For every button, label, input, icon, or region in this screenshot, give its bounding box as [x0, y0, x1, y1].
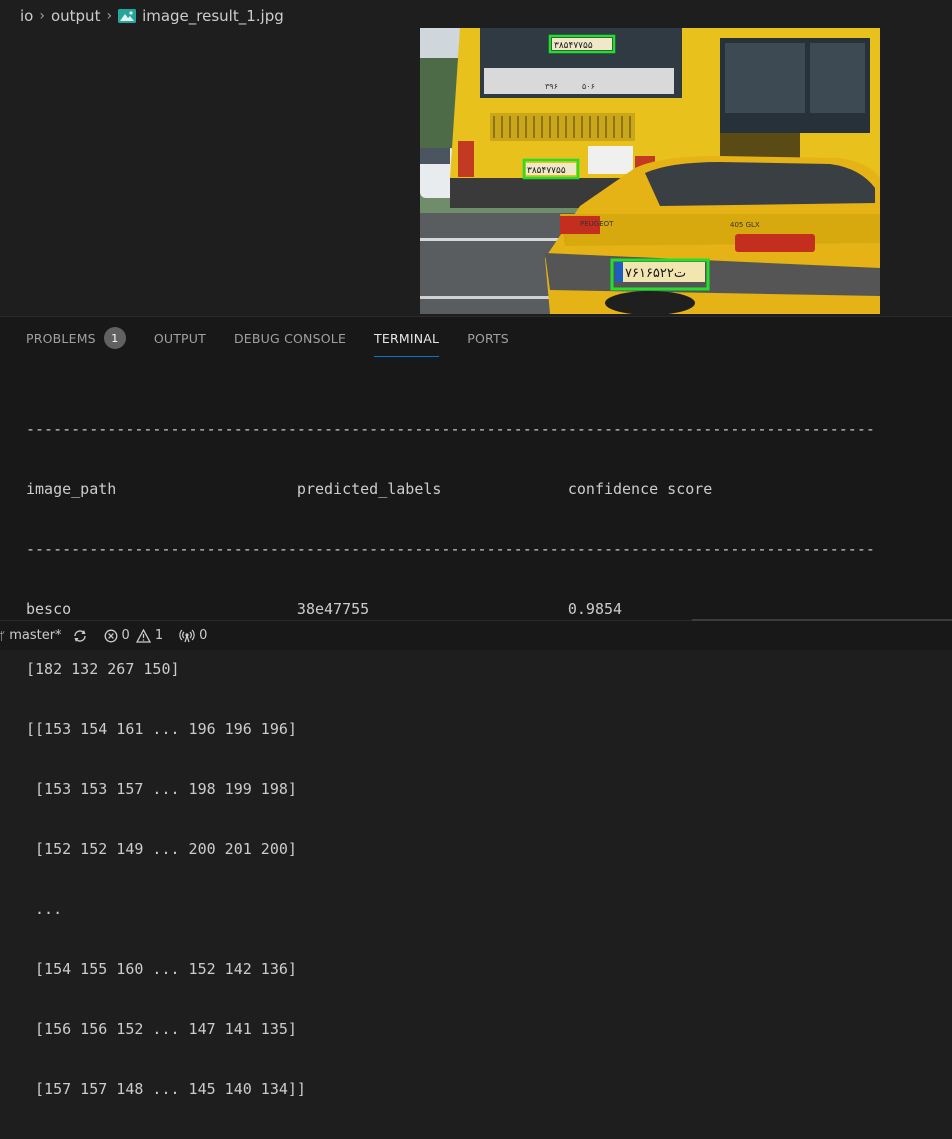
broadcast-icon	[179, 629, 195, 642]
terminal-output[interactable]: ----------------------------------------…	[26, 379, 946, 1139]
terminal-line: [182 132 267 150]	[26, 660, 180, 678]
bottom-panel: PROBLEMS 1 OUTPUT DEBUG CONSOLE TERMINAL…	[0, 316, 952, 1098]
chevron-right-icon: ›	[106, 8, 113, 24]
plate-text-2: ۳۸۵۴۷۷۵۵	[527, 166, 566, 176]
breadcrumb-item-file[interactable]: image_result_1.jpg	[142, 7, 284, 25]
detection-result-image: ۳۹۶ ۵۰۶ PEUGEOT 405 GLX ۳۸۵۴۷۷۵۵ ۳۸۵۴۷۷۵…	[420, 28, 880, 314]
tab-debug-console[interactable]: DEBUG CONSOLE	[234, 317, 346, 359]
terminal-line: ...	[26, 900, 63, 918]
image-file-icon	[118, 9, 137, 23]
image-preview: ۳۹۶ ۵۰۶ PEUGEOT 405 GLX ۳۸۵۴۷۷۵۵ ۳۸۵۴۷۷۵…	[420, 28, 880, 314]
tab-label: TERMINAL	[374, 330, 440, 346]
svg-text:PEUGEOT: PEUGEOT	[580, 220, 614, 228]
tab-label: DEBUG CONSOLE	[233, 330, 347, 346]
terminal-line: besco 38e47755 0.9854	[26, 600, 623, 618]
error-count: 0	[121, 628, 130, 643]
tab-problems[interactable]: PROBLEMS 1	[26, 317, 126, 359]
terminal-line: ----------------------------------------…	[26, 540, 875, 558]
breadcrumb: io › output › image_result_1.jpg	[0, 0, 310, 32]
breadcrumb-item-io[interactable]: io	[20, 7, 33, 25]
error-icon	[104, 629, 117, 642]
bus-number-text: ۵۰۶	[582, 82, 595, 91]
terminal-line: ----------------------------------------…	[26, 420, 875, 438]
tab-label: OUTPUT	[153, 330, 206, 346]
warning-icon	[135, 628, 151, 643]
chevron-right-icon: ›	[39, 8, 45, 24]
branch-name: master*	[9, 628, 62, 643]
terminal-line: [154 155 160 ... 152 142 136]	[26, 960, 297, 978]
git-branch-icon: ᛘ	[0, 628, 6, 643]
problems-count-badge: 1	[103, 327, 126, 349]
terminal-line: [153 153 157 ... 198 199 198]	[26, 780, 297, 798]
terminal-line: [157 157 148 ... 145 140 134]]	[26, 1080, 306, 1098]
terminal-line: image_path predicted_labels confidence s…	[26, 480, 713, 498]
tab-label: PORTS	[467, 330, 509, 346]
tab-terminal[interactable]: TERMINAL	[374, 317, 440, 359]
sync-icon	[73, 629, 86, 642]
terminal-line: [152 152 149 ... 200 201 200]	[26, 840, 297, 858]
svg-text:405 GLX: 405 GLX	[730, 221, 760, 229]
status-bar-divider	[692, 619, 952, 621]
terminal-line: [[153 154 161 ... 196 196 196]	[26, 720, 297, 738]
bus-number-text: ۳۹۶	[545, 82, 558, 91]
tab-label: PROBLEMS	[26, 330, 96, 346]
problems-indicator[interactable]: 0 1	[104, 628, 164, 643]
warning-count: 1	[154, 628, 164, 643]
ports-indicator[interactable]: 0	[179, 628, 207, 643]
plate-text-3: ۷۶ت۱۶۵۲۲	[625, 266, 686, 281]
plate-text-1: ۳۸۵۴۷۷۵۵	[554, 41, 593, 51]
sync-button[interactable]	[72, 629, 88, 643]
ports-count: 0	[199, 628, 208, 643]
branch-indicator[interactable]: ᛘ master*	[0, 628, 62, 643]
terminal-line: [156 156 152 ... 147 141 135]	[26, 1020, 297, 1038]
tab-ports[interactable]: PORTS	[467, 317, 509, 359]
panel-tabs: PROBLEMS 1 OUTPUT DEBUG CONSOLE TERMINAL…	[0, 317, 952, 359]
tab-output[interactable]: OUTPUT	[154, 317, 206, 359]
breadcrumb-item-output[interactable]: output	[51, 7, 100, 25]
status-bar: ᛘ master* 0 1 0	[0, 619, 952, 650]
